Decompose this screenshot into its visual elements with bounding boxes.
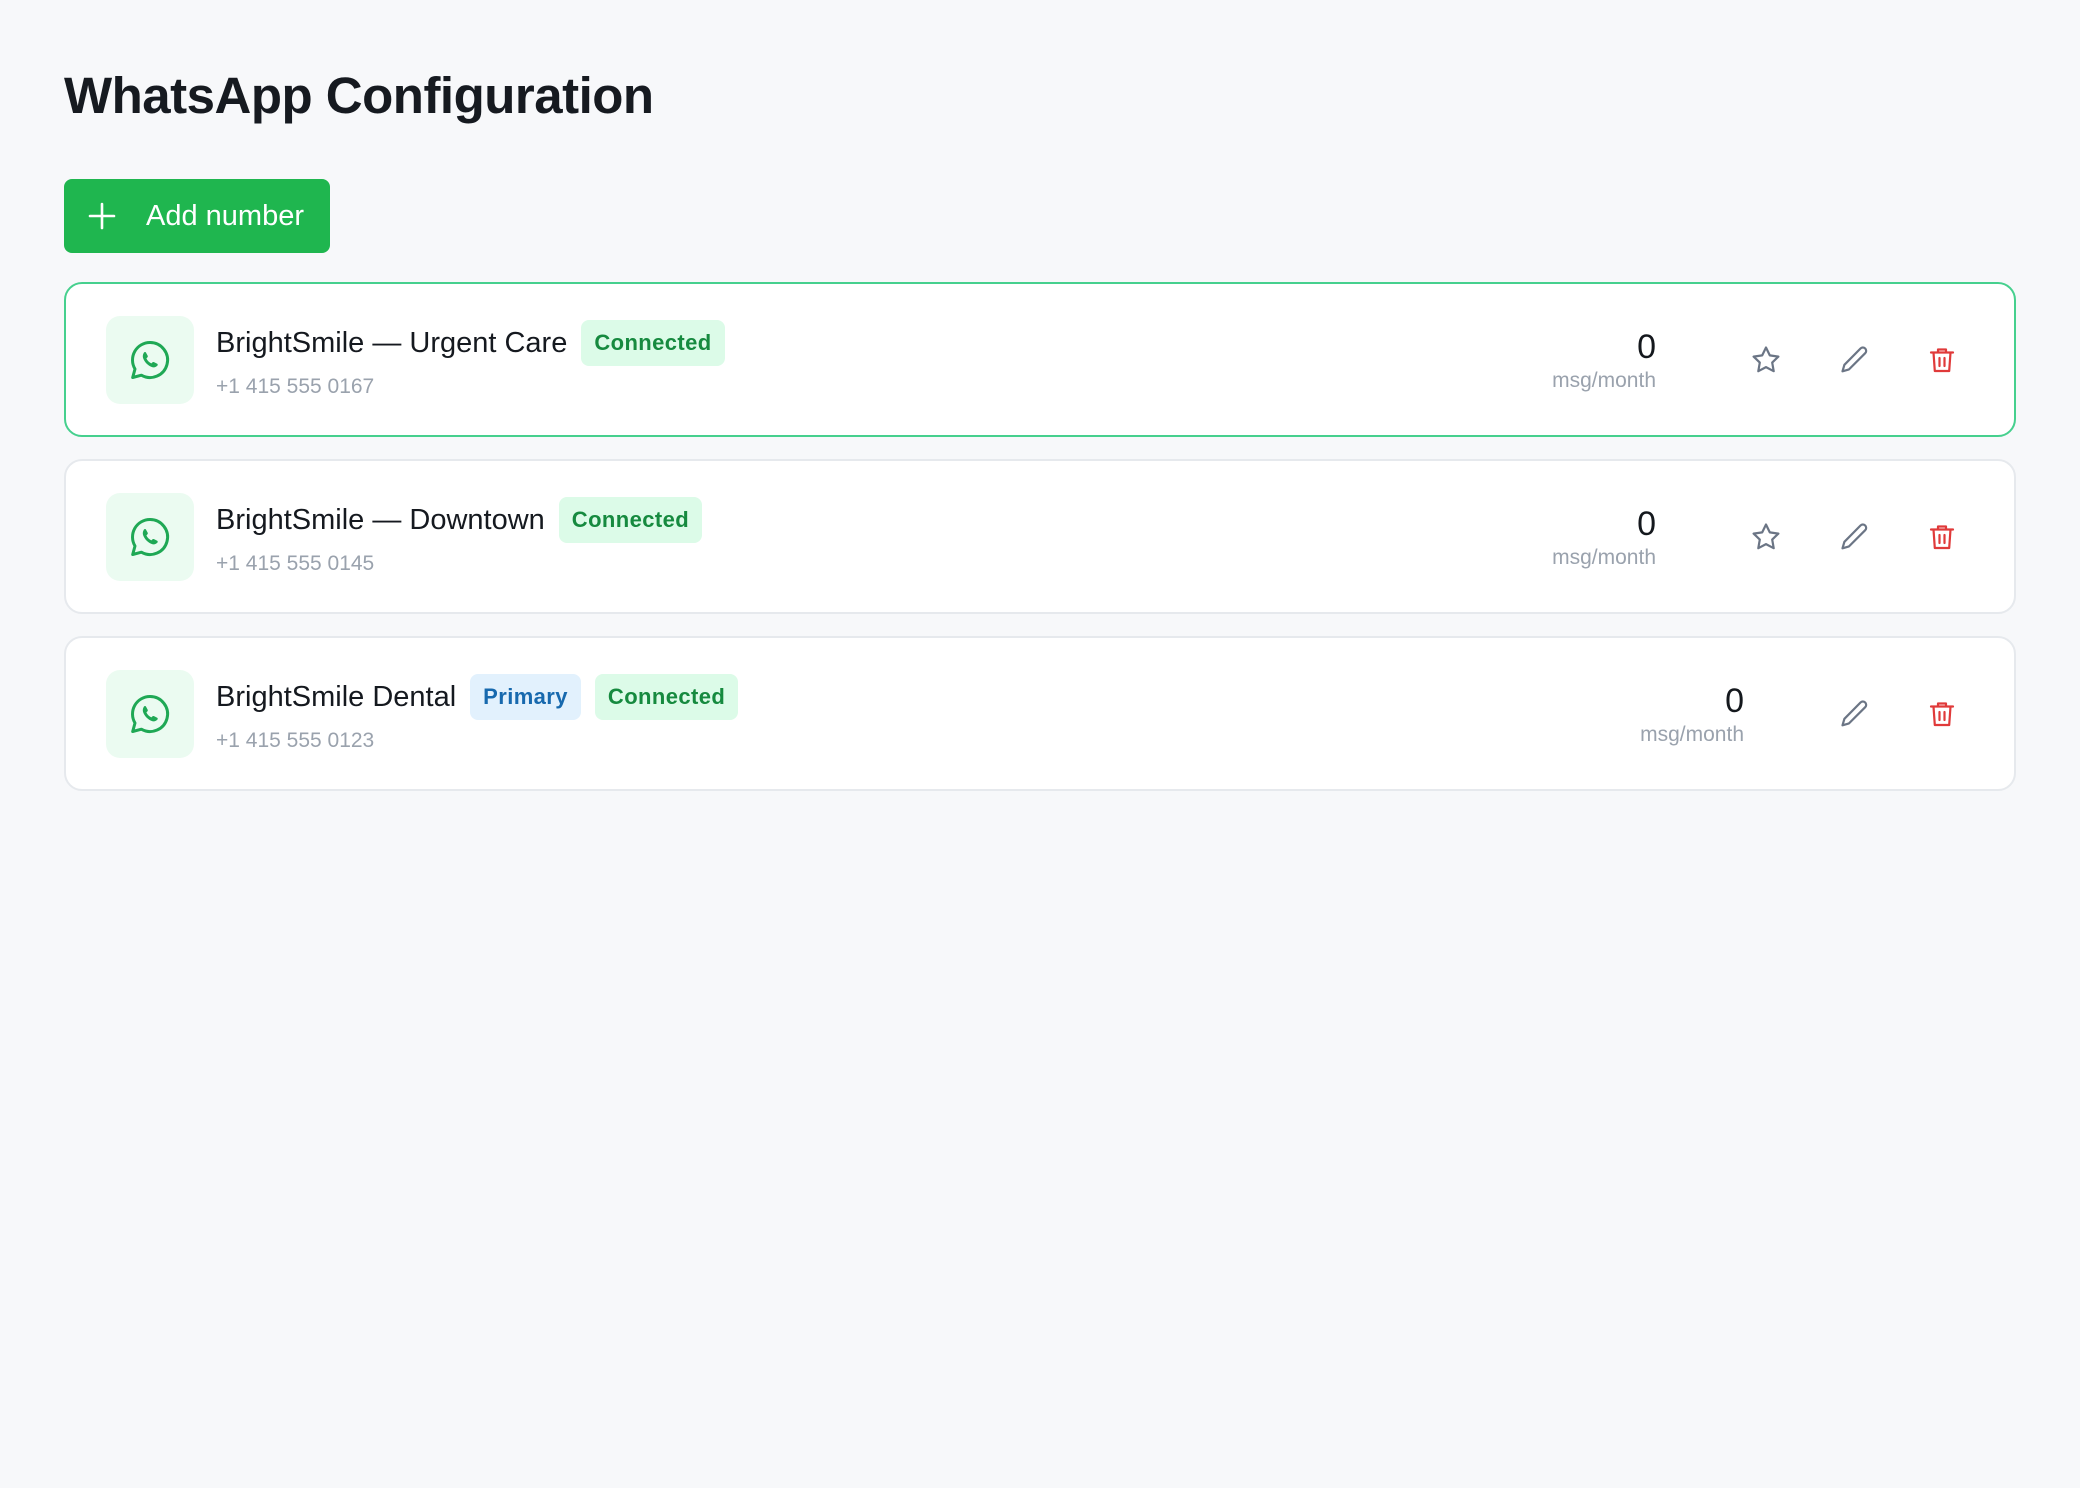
- phone-number: +1 415 555 0123: [216, 729, 375, 752]
- whatsapp-icon: [106, 669, 194, 758]
- plus-icon: [86, 200, 118, 232]
- page-title: WhatsApp Configuration: [64, 67, 654, 124]
- star-icon[interactable]: [1744, 515, 1788, 559]
- status-badge: Connected: [558, 497, 703, 543]
- pencil-icon[interactable]: [1832, 515, 1876, 559]
- pencil-icon[interactable]: [1832, 338, 1876, 382]
- number-card[interactable]: BrightSmile — Urgent Care Connected +1 4…: [64, 282, 2016, 437]
- number-info: BrightSmile — Downtown Connected +1 415 …: [216, 497, 703, 576]
- message-unit: msg/month: [1552, 545, 1656, 569]
- trash-icon[interactable]: [1920, 515, 1964, 559]
- add-number-button[interactable]: Add number: [64, 179, 330, 253]
- whatsapp-icon: [106, 492, 194, 581]
- message-count: 0: [1637, 504, 1656, 543]
- phone-number: +1 415 555 0167: [216, 375, 375, 398]
- message-unit: msg/month: [1552, 368, 1656, 392]
- primary-badge: Primary: [470, 674, 581, 720]
- phone-number: +1 415 555 0145: [216, 552, 375, 575]
- pencil-icon[interactable]: [1832, 692, 1876, 736]
- number-name: BrightSmile Dental: [216, 680, 457, 713]
- message-unit: msg/month: [1640, 722, 1744, 746]
- message-stat: 0 msg/month: [1552, 504, 1656, 570]
- number-card[interactable]: BrightSmile — Downtown Connected +1 415 …: [64, 459, 2016, 614]
- message-count: 0: [1725, 681, 1744, 720]
- whatsapp-icon: [106, 315, 194, 404]
- message-stat: 0 msg/month: [1640, 681, 1744, 747]
- trash-icon[interactable]: [1920, 338, 1964, 382]
- add-number-label: Add number: [146, 199, 304, 232]
- message-stat: 0 msg/month: [1552, 327, 1656, 393]
- number-card[interactable]: BrightSmile Dental Primary Connected +1 …: [64, 636, 2016, 791]
- number-info: BrightSmile — Urgent Care Connected +1 4…: [216, 320, 725, 399]
- star-icon[interactable]: [1744, 338, 1788, 382]
- number-name: BrightSmile — Urgent Care: [216, 326, 568, 359]
- number-name: BrightSmile — Downtown: [216, 503, 545, 536]
- number-info: BrightSmile Dental Primary Connected +1 …: [216, 674, 739, 753]
- status-badge: Connected: [581, 320, 725, 366]
- page: WhatsApp Configuration Add number Bright…: [0, 0, 2080, 791]
- message-count: 0: [1637, 327, 1656, 366]
- status-badge: Connected: [594, 674, 739, 720]
- trash-icon[interactable]: [1920, 692, 1964, 736]
- number-list: BrightSmile — Urgent Care Connected +1 4…: [64, 282, 2016, 791]
